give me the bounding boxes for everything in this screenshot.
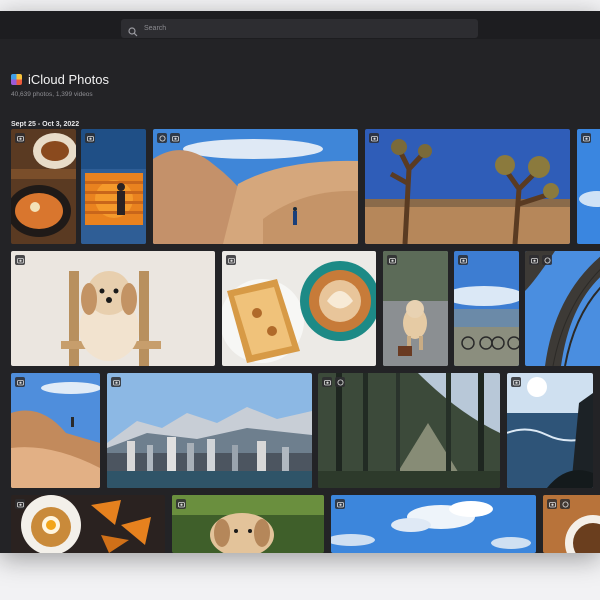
photo-tile[interactable]: [222, 251, 376, 366]
library-count: 40,639 photos, 1,399 videos: [11, 91, 93, 98]
search-placeholder: Search: [144, 25, 167, 32]
photo-type-icon: [111, 377, 121, 387]
live-photo-icon: [542, 255, 552, 265]
photo-tile[interactable]: [577, 129, 600, 244]
photo-tile[interactable]: [365, 129, 570, 244]
photo-tile[interactable]: [153, 129, 358, 244]
photo-type-icon: [226, 255, 236, 265]
photo-type-icon: [15, 499, 25, 509]
photo-tile[interactable]: [543, 495, 600, 553]
photo-tile[interactable]: [11, 251, 215, 366]
search-field[interactable]: Search: [121, 19, 478, 38]
photo-tile[interactable]: [81, 129, 146, 244]
photo-tile[interactable]: [11, 373, 100, 488]
photo-tile[interactable]: [172, 495, 324, 553]
app-header: iCloud Photos: [11, 72, 109, 87]
photo-type-icon: [176, 499, 186, 509]
photo-type-icon: [85, 133, 95, 143]
photo-type-icon: [322, 377, 332, 387]
photo-tile[interactable]: [383, 251, 448, 366]
photo-tile[interactable]: [331, 495, 536, 553]
live-photo-icon: [157, 133, 167, 143]
photo-type-icon: [15, 377, 25, 387]
live-photo-icon: [335, 377, 345, 387]
photo-type-icon: [581, 133, 591, 143]
photo-type-icon: [369, 133, 379, 143]
photo-type-icon: [15, 133, 25, 143]
live-photo-icon: [560, 499, 570, 509]
top-bar: Search: [0, 11, 600, 39]
photos-app-window: Search iCloud Photos 40,639 photos, 1,39…: [0, 11, 600, 553]
photo-tile[interactable]: [11, 129, 76, 244]
photo-tile[interactable]: [525, 251, 600, 366]
photo-type-icon: [335, 499, 345, 509]
photo-tile[interactable]: [318, 373, 500, 488]
photo-tile[interactable]: [11, 495, 165, 553]
photo-tile[interactable]: [507, 373, 593, 488]
photo-type-icon: [15, 255, 25, 265]
photos-logo-icon: [11, 74, 22, 85]
page-title: iCloud Photos: [28, 72, 109, 87]
photo-type-icon: [170, 133, 180, 143]
section-date-header: Sept 25 - Oct 3, 2022: [11, 121, 80, 128]
photo-tile[interactable]: [454, 251, 519, 366]
photo-type-icon: [547, 499, 557, 509]
search-icon: [128, 24, 138, 36]
photo-type-icon: [529, 255, 539, 265]
photo-type-icon: [387, 255, 397, 265]
photo-tile[interactable]: [107, 373, 312, 488]
photo-type-icon: [458, 255, 468, 265]
photo-type-icon: [511, 377, 521, 387]
